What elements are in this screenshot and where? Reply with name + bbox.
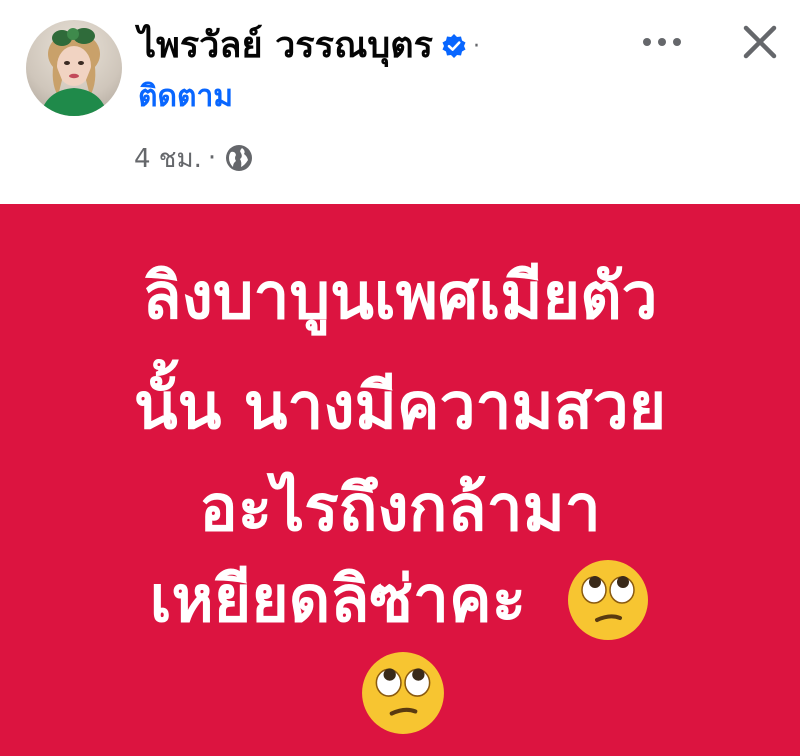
face-with-rolling-eyes-icon — [566, 558, 650, 642]
meta-separator: · — [207, 143, 217, 173]
globe-icon[interactable] — [224, 143, 254, 173]
name-separator: · — [472, 33, 480, 59]
author-row: ไพรวัลย์ วรรณบุตร · — [138, 18, 480, 74]
more-horizontal-icon — [640, 33, 684, 52]
card-text: นั้น นางมีความสวย — [133, 370, 667, 445]
card-text-line-1: ลิงบาบูนเพศเมียตัว — [0, 262, 800, 329]
card-text-line-3: อะไรถึงกล้ามา — [0, 474, 800, 541]
card-text: อะไรถึงกล้ามา — [199, 472, 601, 547]
follow-button[interactable]: ติดตาม — [138, 82, 233, 112]
card-text: เหยียดลิซ่าคะ — [149, 563, 527, 637]
avatar[interactable] — [26, 20, 122, 116]
card-text-line-2: นั้น นางมีความสวย — [0, 372, 800, 439]
text-background-card: ลิงบาบูนเพศเมียตัว นั้น นางมีความสวย อะไ… — [0, 204, 800, 756]
card-text-line-4: เหยียดลิซ่าคะ — [0, 558, 800, 648]
avatar-image — [40, 28, 108, 116]
more-options-button[interactable] — [632, 22, 692, 62]
post-meta: 4 ชม. · — [134, 138, 254, 178]
close-button[interactable] — [732, 16, 788, 72]
close-icon — [740, 22, 780, 66]
face-with-rolling-eyes-icon — [360, 650, 446, 736]
author-name[interactable]: ไพรวัลย์ วรรณบุตร — [138, 28, 433, 64]
verified-badge-icon — [441, 33, 467, 59]
facebook-post: ไพรวัลย์ วรรณบุตร · ติดตาม 4 ชม. · ลิงบา… — [0, 0, 800, 756]
post-header: ไพรวัลย์ วรรณบุตร · ติดตาม 4 ชม. · — [0, 0, 800, 204]
card-text: ลิงบาบูนเพศเมียตัว — [142, 260, 658, 335]
post-timestamp[interactable]: 4 ชม. — [134, 138, 202, 179]
